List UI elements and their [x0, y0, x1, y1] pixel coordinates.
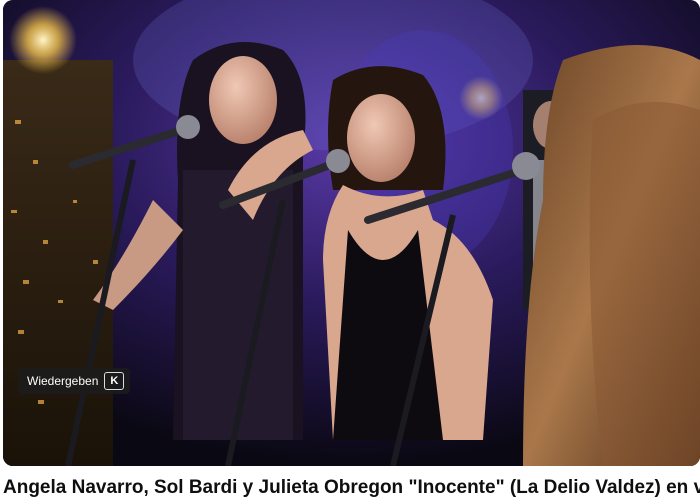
video-thumbnail[interactable]: Wiedergeben K [3, 0, 700, 466]
keyboard-shortcut-badge: K [104, 372, 125, 390]
play-tooltip-label: Wiedergeben [27, 374, 99, 388]
video-title[interactable]: Angela Navarro, Sol Bardi y Julieta Obre… [3, 476, 700, 500]
stage-scene-image [3, 0, 700, 466]
play-tooltip[interactable]: Wiedergeben K [18, 368, 131, 394]
video-card: Wiedergeben K Angela Navarro, Sol Bardi … [0, 0, 700, 500]
